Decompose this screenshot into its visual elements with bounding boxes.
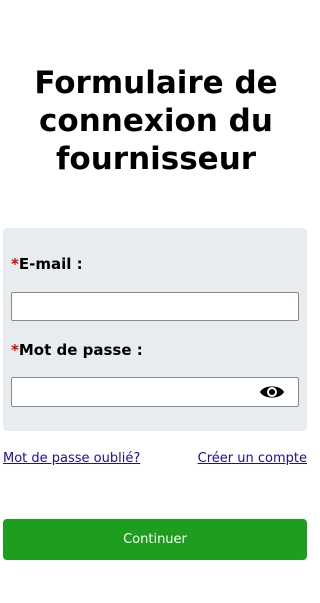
email-label: *E-mail : (11, 255, 83, 273)
continue-button[interactable]: Continuer (3, 519, 307, 560)
password-label-text: Mot de passe : (18, 341, 143, 359)
create-account-link[interactable]: Créer un compte (198, 451, 307, 467)
login-form-panel: *E-mail : *Mot de passe : (3, 228, 307, 431)
forgot-password-link[interactable]: Mot de passe oublié? (3, 451, 140, 467)
password-required-mark: * (11, 341, 19, 359)
page-title: Formulaire de connexion du fournisseur (34, 65, 278, 177)
password-input[interactable] (11, 377, 299, 407)
eye-icon[interactable] (259, 383, 285, 401)
email-required-mark: * (11, 255, 19, 273)
email-label-text: E-mail : (18, 255, 83, 273)
password-label: *Mot de passe : (11, 341, 143, 359)
email-input[interactable] (11, 292, 299, 321)
password-field-wrapper (11, 377, 299, 407)
